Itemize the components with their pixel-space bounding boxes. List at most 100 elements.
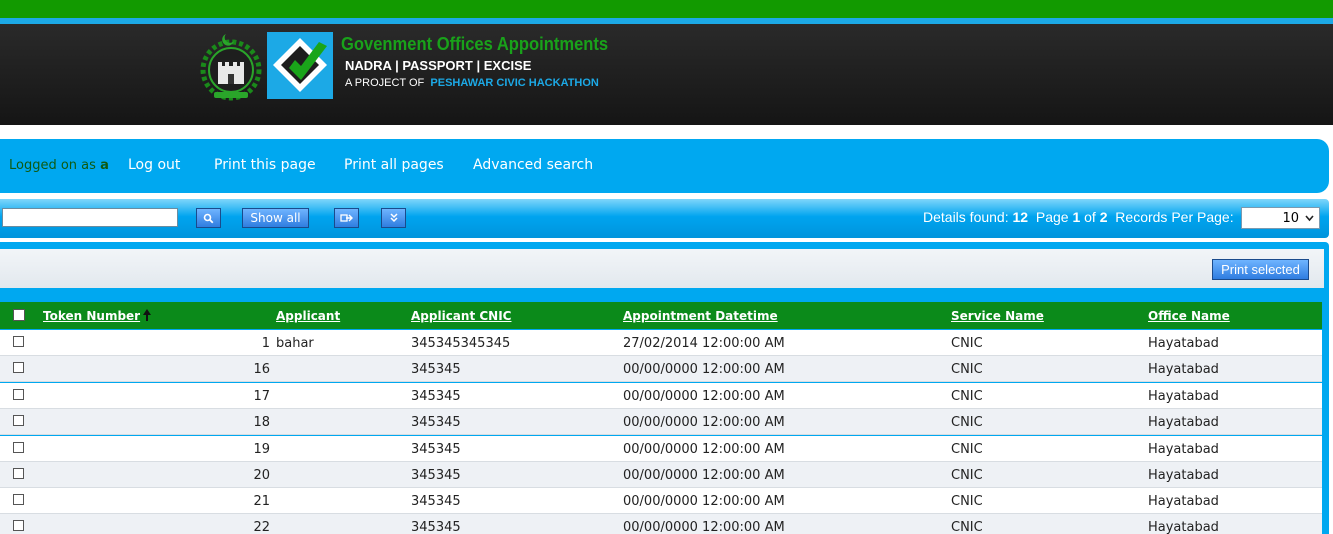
print-selected-button[interactable]: Print selected xyxy=(1212,259,1309,280)
cell-cnic: 345345 xyxy=(411,494,461,509)
row-checkbox[interactable] xyxy=(13,442,24,453)
cell-service: CNIC xyxy=(951,520,983,534)
search-button[interactable] xyxy=(196,208,221,228)
cell-office: Hayatabad xyxy=(1148,389,1219,404)
cell-service: CNIC xyxy=(951,442,983,457)
table-row: 18 345345 00/00/0000 12:00:00 AM CNIC Ha… xyxy=(0,409,1322,435)
col-applicant-cnic[interactable]: Applicant CNIC xyxy=(411,309,511,323)
select-all-checkbox[interactable] xyxy=(13,309,25,321)
cell-datetime: 27/02/2014 12:00:00 AM xyxy=(623,336,785,351)
project-name: PESHAWAR CIVIC HACKATHON xyxy=(430,77,599,89)
col-applicant[interactable]: Applicant xyxy=(276,309,340,323)
col-appointment-datetime[interactable]: Appointment Datetime xyxy=(623,309,778,323)
col-service-name[interactable]: Service Name xyxy=(951,309,1044,323)
cell-token: 1 xyxy=(261,336,270,351)
row-checkbox[interactable] xyxy=(13,415,24,426)
col-token-number[interactable]: Token Number xyxy=(43,309,140,323)
search-toolbar: Show all Details found: 12 Page 1 of 2 R… xyxy=(0,199,1329,238)
chevron-down-icon xyxy=(1305,215,1314,222)
cell-datetime: 00/00/0000 12:00:00 AM xyxy=(623,468,785,483)
cell-office: Hayatabad xyxy=(1148,494,1219,509)
advanced-search-link[interactable]: Advanced search xyxy=(473,157,593,173)
cell-datetime: 00/00/0000 12:00:00 AM xyxy=(623,494,785,509)
cell-service: CNIC xyxy=(951,468,983,483)
project-prefix: A PROJECT OF xyxy=(345,77,425,89)
cell-office: Hayatabad xyxy=(1148,336,1219,351)
expand-down-icon xyxy=(389,213,398,223)
search-icon xyxy=(203,213,214,223)
cell-datetime: 00/00/0000 12:00:00 AM xyxy=(623,389,785,404)
cell-datetime: 00/00/0000 12:00:00 AM xyxy=(623,520,785,534)
col-office-name[interactable]: Office Name xyxy=(1148,309,1230,323)
row-checkbox[interactable] xyxy=(13,468,24,479)
table-row: 17 345345 00/00/0000 12:00:00 AM CNIC Ha… xyxy=(0,383,1322,409)
grid-header-row: Token Number Applicant Applicant CNIC Ap… xyxy=(0,302,1322,329)
row-checkbox[interactable] xyxy=(13,336,24,347)
table-row: 16 345345 00/00/0000 12:00:00 AM CNIC Ha… xyxy=(0,356,1322,382)
details-found-count: 12 xyxy=(1012,209,1029,225)
logged-user: a xyxy=(100,158,109,173)
cell-office: Hayatabad xyxy=(1148,468,1219,483)
cell-token: 18 xyxy=(253,415,270,430)
cell-service: CNIC xyxy=(951,389,983,404)
emblem-icon xyxy=(200,34,262,101)
cell-office: Hayatabad xyxy=(1148,520,1219,534)
cell-service: CNIC xyxy=(951,336,983,351)
row-checkbox[interactable] xyxy=(13,520,24,531)
show-all-button[interactable]: Show all xyxy=(242,208,309,228)
export-icon xyxy=(340,214,353,222)
cell-datetime: 00/00/0000 12:00:00 AM xyxy=(623,442,785,457)
cell-cnic: 345345 xyxy=(411,415,461,430)
grid-panel-header: Print selected xyxy=(0,249,1324,288)
page-current: 1 xyxy=(1072,209,1081,225)
export-button[interactable] xyxy=(334,208,359,228)
site-header: Govenment Offices Appointments NADRA | P… xyxy=(0,24,1333,125)
logged-on-label: Logged on as xyxy=(9,158,96,173)
cell-token: 22 xyxy=(253,520,270,534)
expand-button[interactable] xyxy=(381,208,406,228)
sort-asc-icon xyxy=(143,309,151,321)
cell-office: Hayatabad xyxy=(1148,362,1219,377)
table-row: 22 345345 00/00/0000 12:00:00 AM CNIC Ha… xyxy=(0,514,1322,534)
site-title: Govenment Offices Appointments xyxy=(341,34,609,54)
cell-cnic: 345345345345 xyxy=(411,336,511,351)
cell-token: 20 xyxy=(253,468,270,483)
page-of-label: of xyxy=(1084,209,1096,225)
cell-cnic: 345345 xyxy=(411,520,461,534)
cell-cnic: 345345 xyxy=(411,442,461,457)
cell-cnic: 345345 xyxy=(411,468,461,483)
cell-token: 16 xyxy=(253,362,270,377)
records-per-page-label: Records Per Page: xyxy=(1115,209,1234,225)
cell-service: CNIC xyxy=(951,362,983,377)
cell-service: CNIC xyxy=(951,494,983,509)
table-row: 21 345345 00/00/0000 12:00:00 AM CNIC Ha… xyxy=(0,488,1322,514)
search-input[interactable] xyxy=(2,208,178,227)
page-label: Page xyxy=(1035,209,1069,225)
row-checkbox[interactable] xyxy=(13,389,24,400)
logo-icon xyxy=(267,32,333,99)
top-green-bar xyxy=(0,0,1333,18)
cell-office: Hayatabad xyxy=(1148,442,1219,457)
logged-on-text: Logged on as a xyxy=(9,158,109,173)
row-checkbox[interactable] xyxy=(13,362,24,373)
project-line: A PROJECT OF PESHAWAR CIVIC HACKATHON xyxy=(345,77,599,89)
records-per-page-value: 10 xyxy=(1282,211,1299,226)
cell-token: 21 xyxy=(253,494,270,509)
cell-office: Hayatabad xyxy=(1148,415,1219,430)
print-all-link[interactable]: Print all pages xyxy=(344,157,444,173)
print-page-link[interactable]: Print this page xyxy=(214,157,316,173)
cell-datetime: 00/00/0000 12:00:00 AM xyxy=(623,415,785,430)
cell-token: 19 xyxy=(253,442,270,457)
records-per-page-select[interactable]: 10 xyxy=(1241,207,1320,229)
table-row: 1 bahar 345345345345 27/02/2014 12:00:00… xyxy=(0,330,1322,356)
table-row: 19 345345 00/00/0000 12:00:00 AM CNIC Ha… xyxy=(0,436,1322,462)
cell-token: 17 xyxy=(253,389,270,404)
row-checkbox[interactable] xyxy=(13,494,24,505)
cell-cnic: 345345 xyxy=(411,389,461,404)
cell-cnic: 345345 xyxy=(411,362,461,377)
logout-link[interactable]: Log out xyxy=(128,157,180,173)
nav-bar: Logged on as a Log out Print this page P… xyxy=(0,139,1329,193)
cell-service: CNIC xyxy=(951,415,983,430)
cell-applicant: bahar xyxy=(276,336,314,351)
site-subtitle: NADRA | PASSPORT | EXCISE xyxy=(345,58,532,73)
